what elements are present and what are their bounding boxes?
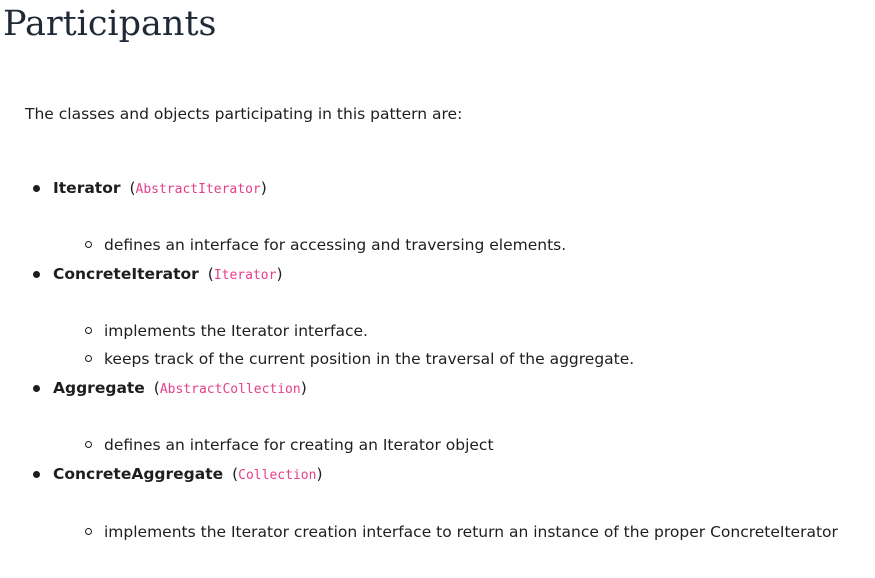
- circle-bullet-icon: [85, 327, 92, 334]
- disc-bullet-icon: [33, 471, 40, 478]
- close-paren: ): [276, 265, 283, 283]
- participant-name: Aggregate: [53, 379, 145, 397]
- participant-name: ConcreteAggregate: [53, 465, 224, 483]
- participant-code: Collection: [238, 468, 317, 483]
- participant-code: AbstractIterator: [135, 182, 261, 197]
- participant-heading: ConcreteIterator (Iterator): [53, 263, 283, 287]
- circle-bullet-icon: [85, 241, 92, 248]
- participant-detail: implements the Iterator creation interfa…: [104, 523, 838, 541]
- disc-bullet-icon: [33, 271, 40, 278]
- disc-bullet-icon: [33, 185, 40, 192]
- participant-heading: ConcreteAggregate (Collection): [53, 463, 323, 487]
- participant-name: ConcreteIterator: [53, 265, 199, 283]
- participant-detail: keeps track of the current position in t…: [104, 350, 635, 368]
- participant-heading: Aggregate (AbstractCollection): [53, 377, 307, 401]
- close-paren: ): [300, 379, 307, 397]
- participant-name: Iterator: [53, 179, 121, 197]
- participant-code: AbstractCollection: [159, 382, 301, 397]
- participant-code: Iterator: [213, 268, 277, 283]
- participant-detail: defines an interface for accessing and t…: [104, 236, 567, 254]
- circle-bullet-icon: [85, 441, 92, 448]
- circle-bullet-icon: [85, 355, 92, 362]
- circle-bullet-icon: [85, 528, 92, 535]
- page-title: Participants: [3, 4, 217, 44]
- participant-heading: Iterator (AbstractIterator): [53, 177, 267, 201]
- close-paren: ): [316, 465, 323, 483]
- disc-bullet-icon: [33, 385, 40, 392]
- close-paren: ): [260, 179, 267, 197]
- intro-text: The classes and objects participating in…: [25, 105, 463, 123]
- participant-detail: implements the Iterator interface.: [104, 322, 368, 340]
- participant-detail: defines an interface for creating an Ite…: [104, 436, 494, 454]
